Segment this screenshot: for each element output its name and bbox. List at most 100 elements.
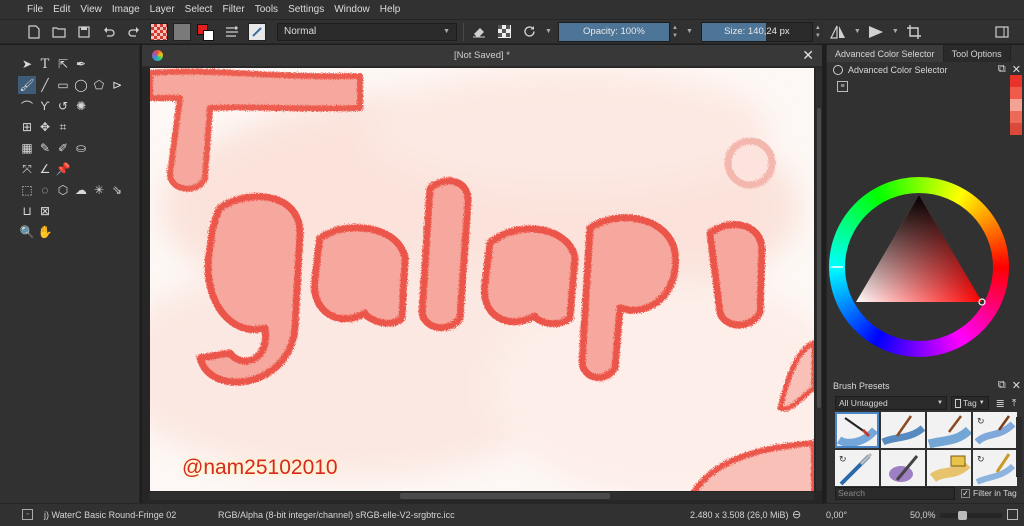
settings-list-icon[interactable]: ≡	[837, 81, 848, 92]
menu-tools[interactable]: Tools	[250, 4, 283, 15]
float-icon[interactable]: ⧉	[998, 63, 1006, 76]
blend-mode-select[interactable]: Normal ▼	[277, 22, 457, 41]
scroll-thumb[interactable]	[400, 493, 610, 499]
menu-view[interactable]: View	[75, 4, 107, 15]
polygon-select-tool-icon[interactable]: ⬡	[54, 181, 72, 199]
brush-preset-7[interactable]	[927, 450, 971, 486]
edit-shapes-tool-icon[interactable]: ⇱	[54, 55, 72, 73]
magic-wand-tool-icon[interactable]: ✳	[90, 181, 108, 199]
brush-preset-3[interactable]	[927, 412, 971, 448]
size-slider[interactable]: Size: 140,24 px	[700, 21, 813, 42]
import-icon[interactable]: ⤒	[1012, 398, 1016, 409]
ellipse-select-tool-icon[interactable]: ◌	[36, 181, 54, 199]
reload-preset-icon[interactable]	[520, 23, 538, 41]
color-wheel-selector[interactable]	[829, 177, 1009, 357]
mirror-horizontal-icon[interactable]	[829, 23, 847, 41]
chevron-down-icon[interactable]: ▼	[854, 28, 861, 35]
size-spinner[interactable]: ▲ ▼	[812, 21, 823, 42]
menu-settings[interactable]: Settings	[283, 4, 329, 15]
brush-preset-6[interactable]	[881, 450, 925, 486]
ellipse-tool-icon[interactable]: ◯	[72, 76, 90, 94]
menu-help[interactable]: Help	[375, 4, 406, 15]
lock-icon[interactable]	[833, 65, 843, 75]
fill-tool-icon[interactable]: ⛀	[72, 139, 90, 157]
rotation-icon[interactable]: ⊖	[792, 508, 801, 521]
magnetic-select-tool-icon[interactable]: ⊠	[36, 202, 54, 220]
similar-select-tool-icon[interactable]: ⇘	[108, 181, 126, 199]
assistant-tool-icon[interactable]: ⤧	[18, 160, 36, 178]
menu-filter[interactable]: Filter	[217, 4, 249, 15]
document-tab[interactable]: [Not Saved] * ✕	[142, 45, 822, 67]
filter-in-tag-checkbox[interactable]: ✓ Filter in Tag	[961, 488, 1017, 498]
recent-color-1[interactable]	[1010, 75, 1022, 87]
eraser-icon[interactable]	[470, 23, 488, 41]
color-picker-tool-icon[interactable]: ✎	[36, 139, 54, 157]
open-folder-icon[interactable]	[50, 23, 68, 41]
menu-window[interactable]: Window	[329, 4, 375, 15]
menu-image[interactable]: Image	[107, 4, 145, 15]
measure-tool-icon[interactable]: ∠	[36, 160, 54, 178]
mirror-vertical-icon[interactable]	[867, 23, 885, 41]
crop-tool-icon[interactable]: ⌗	[54, 118, 72, 136]
recent-color-4[interactable]	[1010, 111, 1022, 123]
menu-file[interactable]: File	[22, 4, 48, 15]
bezier-select-tool-icon[interactable]: ⊔	[18, 202, 36, 220]
opacity-spinner[interactable]: ▲ ▼	[669, 21, 680, 42]
gradient-tool-icon[interactable]: ▦	[18, 139, 36, 157]
opacity-slider[interactable]: Opacity: 100%	[557, 21, 670, 42]
vertical-scrollbar[interactable]	[816, 68, 822, 491]
select-shapes-tool-icon[interactable]: ➤	[18, 55, 36, 73]
line-tool-icon[interactable]: ╱	[36, 76, 54, 94]
docker-toggle-icon[interactable]	[993, 23, 1011, 41]
zoom-slider-knob[interactable]	[958, 511, 967, 520]
brush-preset-2[interactable]	[881, 412, 925, 448]
crop-wrap-icon[interactable]	[905, 23, 923, 41]
sv-triangle[interactable]	[829, 177, 1009, 357]
close-icon[interactable]: ✕	[802, 47, 814, 64]
menu-edit[interactable]: Edit	[48, 4, 75, 15]
view-list-icon[interactable]: ≣	[996, 397, 1005, 410]
brush-preset-icon[interactable]	[248, 22, 266, 41]
brush-settings-icon[interactable]	[223, 23, 241, 41]
reference-tool-icon[interactable]: 📌	[54, 160, 72, 178]
recent-color-3[interactable]	[1010, 99, 1022, 111]
undo-icon[interactable]	[100, 23, 118, 41]
rectangle-tool-icon[interactable]: ▭	[54, 76, 72, 94]
polyline-tool-icon[interactable]: ⊳	[108, 76, 126, 94]
colorize-mask-tool-icon[interactable]: ✐	[54, 139, 72, 157]
polygon-tool-icon[interactable]: ⬠	[90, 76, 108, 94]
brush-search-input[interactable]: Search	[835, 486, 955, 500]
calligraphy-tool-icon[interactable]: ✒	[72, 55, 90, 73]
chevron-down-icon[interactable]: ▼	[892, 28, 899, 35]
tab-advanced-color-selector[interactable]: Advanced Color Selector	[827, 45, 944, 62]
brush-preset-4[interactable]: ↻	[973, 412, 1017, 448]
freehand-path-tool-icon[interactable]: ϒ	[36, 97, 54, 115]
menu-layer[interactable]: Layer	[145, 4, 180, 15]
tab-tool-options[interactable]: Tool Options	[943, 45, 1011, 62]
bezier-tool-icon[interactable]: ⌒	[18, 97, 36, 115]
close-icon[interactable]: ✕	[1012, 379, 1021, 392]
float-icon[interactable]: ⧉	[998, 379, 1006, 392]
recent-color-5[interactable]	[1010, 123, 1022, 135]
chevron-down-icon[interactable]: ▼	[686, 28, 693, 35]
move-tool-icon[interactable]: ✥	[36, 118, 54, 136]
chevron-down-icon[interactable]: ▼	[545, 28, 552, 35]
zoom-slider[interactable]	[940, 511, 1002, 520]
tag-button[interactable]: Tag ▼	[951, 396, 989, 410]
brush-preset-5[interactable]: ↻	[835, 450, 879, 486]
recent-color-2[interactable]	[1010, 87, 1022, 99]
preset-scroll-icon[interactable]	[1016, 417, 1022, 477]
save-icon[interactable]	[75, 23, 93, 41]
transform-tool-icon[interactable]: ⊞	[18, 118, 36, 136]
redo-icon[interactable]	[125, 23, 143, 41]
multibrush-tool-icon[interactable]: ✺	[72, 97, 90, 115]
zoom-tool-icon[interactable]: 🔍	[18, 223, 36, 241]
background-color[interactable]	[203, 29, 214, 41]
pattern-swatch-icon[interactable]	[173, 22, 191, 41]
outline-select-tool-icon[interactable]: ☁	[72, 181, 90, 199]
preserve-alpha-icon[interactable]	[495, 23, 513, 41]
brush-status-icon[interactable]: ◦	[22, 509, 33, 520]
dynamic-brush-tool-icon[interactable]: ↺	[54, 97, 72, 115]
brush-preset-8[interactable]: ↻	[973, 450, 1017, 486]
gradient-swatch-icon[interactable]	[150, 22, 168, 41]
